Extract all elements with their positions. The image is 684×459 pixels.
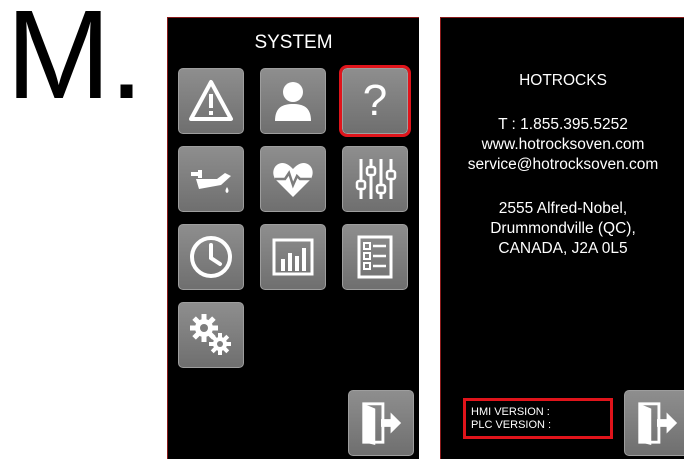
- address-line-1: 2555 Alfred-Nobel,: [498, 200, 628, 217]
- exit-button[interactable]: [348, 390, 414, 456]
- health-tile[interactable]: [260, 146, 326, 212]
- address-line-3: CANADA, J2A 0L5: [498, 240, 628, 257]
- step-label: M.: [6, 0, 144, 125]
- warning-icon: [189, 80, 233, 121]
- alarm-tile[interactable]: [178, 68, 244, 134]
- statistics-tile[interactable]: [260, 224, 326, 290]
- email-address: service@hotrocksoven.com: [467, 156, 659, 173]
- system-screen: SYSTEM ?: [167, 17, 419, 459]
- website-link: www.hotrocksoven.com: [481, 136, 645, 153]
- system-title: SYSTEM: [254, 32, 333, 53]
- oil-can-icon: [191, 170, 231, 193]
- user-icon: [275, 82, 311, 121]
- plc-version-label: PLC VERSION :: [471, 419, 552, 431]
- checklist-tile[interactable]: [342, 224, 408, 290]
- help-tile[interactable]: ?: [339, 65, 411, 137]
- clock-icon: [190, 236, 232, 278]
- help-icon: ?: [362, 76, 388, 125]
- exit-icon: [638, 402, 678, 446]
- version-info: HMI VERSION : PLC VERSION :: [463, 398, 613, 439]
- oil-tile[interactable]: [178, 146, 244, 212]
- hmi-version-label: HMI VERSION :: [471, 406, 550, 418]
- settings-tile[interactable]: [178, 302, 244, 368]
- adjust-tile[interactable]: [342, 146, 408, 212]
- bar-chart-icon: [272, 238, 314, 276]
- sliders-icon: [355, 159, 397, 199]
- exit-icon: [362, 402, 402, 446]
- clock-tile[interactable]: [178, 224, 244, 290]
- checklist-icon: [357, 235, 393, 279]
- exit-button[interactable]: [624, 390, 684, 456]
- help-screen: HOTROCKS T : 1.855.395.5252 www.hotrocks…: [440, 17, 684, 459]
- heart-pulse-icon: [273, 163, 313, 197]
- user-tile[interactable]: [260, 68, 326, 134]
- gears-icon: [190, 314, 231, 355]
- company-name: HOTROCKS: [519, 72, 607, 89]
- address-line-2: Drummondville (QC),: [490, 220, 636, 237]
- phone-number: T : 1.855.395.5252: [498, 116, 628, 133]
